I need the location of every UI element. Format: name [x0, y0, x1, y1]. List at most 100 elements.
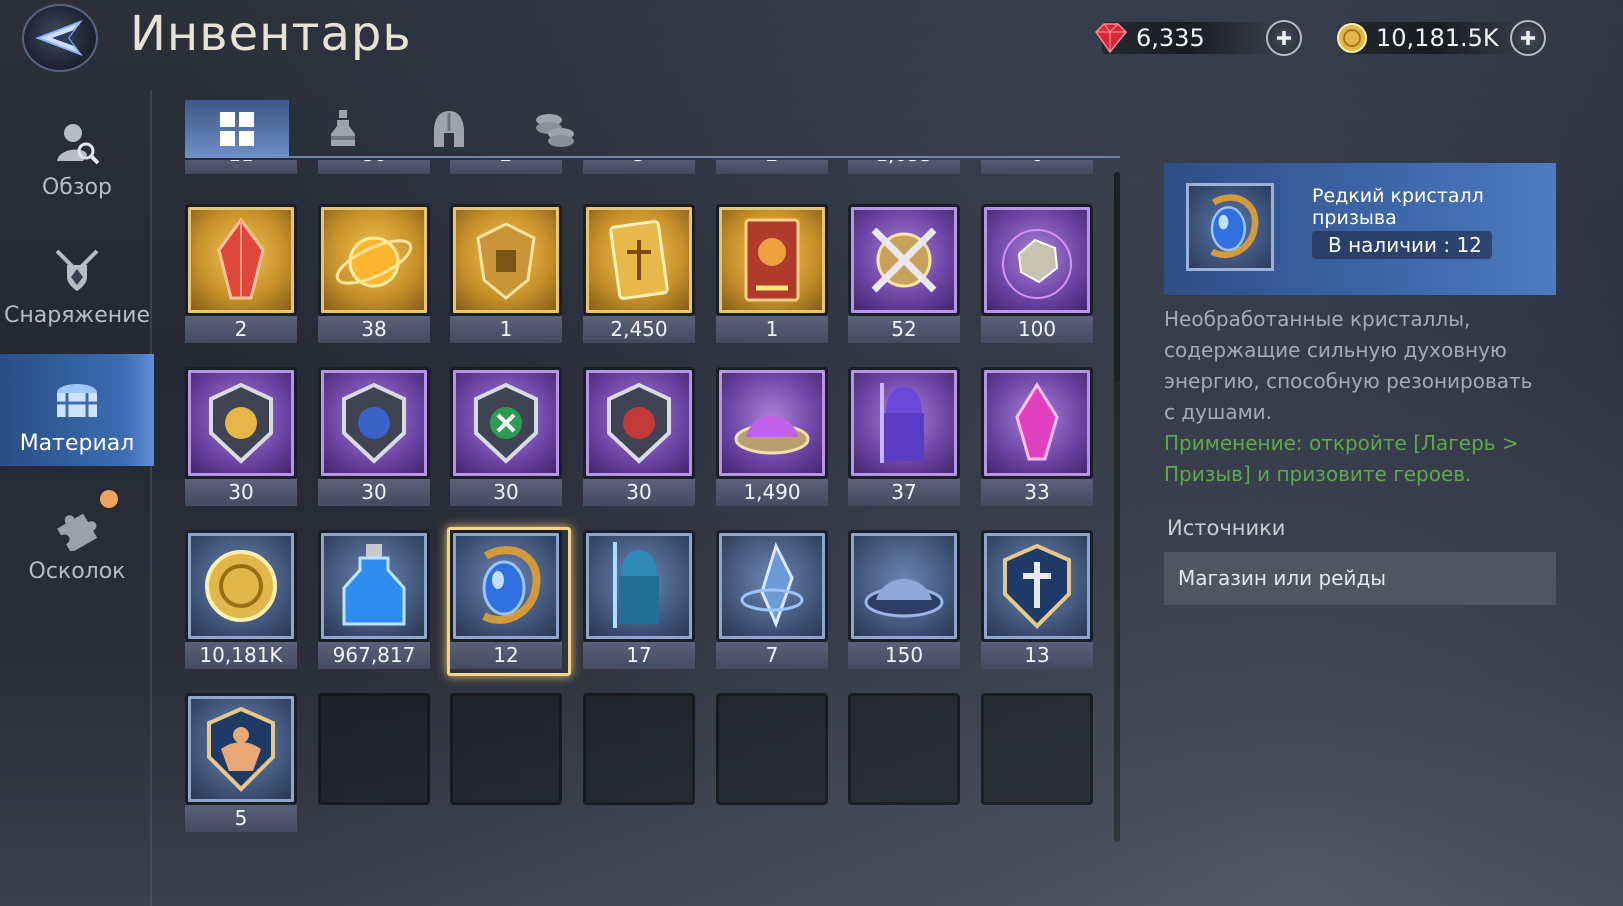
slot-count: 1,490 — [716, 479, 828, 506]
sidebar-item-overview[interactable]: Обзор — [0, 98, 154, 210]
grid-scrollbar[interactable] — [1114, 172, 1120, 842]
inventory-slot[interactable]: 12 — [447, 527, 571, 676]
inventory-slot[interactable]: 30 — [318, 367, 430, 506]
gold-coin-icon — [191, 536, 291, 636]
item-detail-header: Редкий кристалл призыва В наличии : 12 — [1164, 163, 1556, 295]
coin-stack-icon — [536, 114, 574, 147]
detail-stock: В наличии : 12 — [1312, 231, 1492, 259]
emblem-blue-icon — [324, 373, 424, 473]
ore-rune-icon — [987, 210, 1087, 310]
back-arrow-icon — [35, 19, 83, 57]
red-crystal-icon — [191, 210, 291, 310]
slot-frame — [318, 693, 430, 805]
slot-count: 10,181K — [185, 642, 297, 669]
inventory-grid: 11 80 2 3 2 1,035 6 2 38 1 2,450 1 52 100 30 30 30 30 1,49… — [180, 160, 1110, 840]
inventory-slot[interactable]: 100 — [981, 204, 1093, 343]
inventory-slot[interactable]: 13 — [981, 530, 1093, 669]
empty-slot — [450, 693, 562, 805]
inventory-slot[interactable]: 38 — [318, 204, 430, 343]
summon-crystal-icon — [456, 536, 556, 636]
inventory-slot[interactable]: 30 — [450, 367, 562, 506]
slot-count: 5 — [185, 805, 297, 832]
slot-count: 37 — [848, 479, 960, 506]
sidebar-item-equipment[interactable]: Снаряжение — [0, 226, 154, 338]
empty-slot — [848, 693, 960, 805]
slot-count: 30 — [318, 479, 430, 506]
emblem-red-icon — [589, 373, 689, 473]
tab-equipment[interactable] — [397, 100, 501, 158]
category-tabs — [185, 100, 1120, 158]
inventory-slot[interactable]: 37 — [848, 367, 960, 506]
gold-coin-icon — [1337, 23, 1367, 53]
inventory-slot[interactable]: 150 — [848, 530, 960, 669]
slot-frame — [716, 693, 828, 805]
inventory-slot[interactable]: 967,817 — [318, 530, 430, 669]
inventory-slot[interactable]: 10,181K — [185, 530, 297, 669]
equipment-icon — [55, 249, 99, 291]
gold-currency: 10,181.5K — [1336, 18, 1546, 58]
slot-frame — [450, 693, 562, 805]
inventory-slot[interactable]: 1 — [450, 204, 562, 343]
sidebar-item-label: Обзор — [41, 175, 112, 200]
slot-count: 7 — [716, 642, 828, 669]
back-button[interactable] — [22, 4, 98, 72]
inventory-slot[interactable]: 2,450 — [583, 204, 695, 343]
summon-crystal-icon — [1210, 194, 1259, 259]
inventory-slot[interactable]: 1,490 — [716, 367, 828, 506]
buy-gold-button[interactable] — [1510, 20, 1546, 56]
sidebar: Обзор Снаряжение Материал Осколок — [0, 90, 154, 906]
sidebar-item-label: Материал — [19, 431, 135, 456]
tab-currency[interactable] — [503, 100, 607, 158]
scrollbar-thumb[interactable] — [1114, 172, 1120, 382]
empty-slot — [981, 693, 1093, 805]
blue-shard-icon — [722, 536, 822, 636]
inventory-slot[interactable]: 30 — [583, 367, 695, 506]
sidebar-item-label: Осколок — [28, 559, 126, 584]
plus-icon — [1277, 31, 1291, 45]
purple-dust-icon — [722, 373, 822, 473]
helmet-icon — [434, 111, 464, 147]
inventory-slot[interactable]: 52 — [848, 204, 960, 343]
slot-count: 17 — [583, 642, 695, 669]
purple-knight-icon — [854, 373, 954, 473]
inventory-slot[interactable]: 33 — [981, 367, 1093, 506]
slot-count: 11 — [185, 160, 297, 174]
gem-amount: 6,335 — [1136, 24, 1205, 52]
tab-consumables[interactable] — [291, 100, 395, 158]
sidebar-item-material[interactable]: Материал — [0, 354, 154, 466]
sidebar-item-shard[interactable]: Осколок — [0, 482, 154, 594]
slot-count: 150 — [848, 642, 960, 669]
inventory-slot[interactable]: 1 — [716, 204, 828, 343]
slot-count: 30 — [185, 479, 297, 506]
shard-puzzle-icon — [57, 513, 98, 551]
winged-card-icon — [589, 210, 689, 310]
emblem-green-icon — [456, 373, 556, 473]
buy-gems-button[interactable] — [1266, 20, 1302, 56]
crest-shield-icon — [987, 536, 1087, 636]
slot-count: 30 — [450, 479, 562, 506]
slot-count: 33 — [981, 479, 1093, 506]
slot-count: 1 — [716, 316, 828, 343]
inventory-slot[interactable]: 5 — [185, 693, 297, 832]
blue-potion-icon — [324, 536, 424, 636]
detail-item-name: Редкий кристалл призыва — [1312, 185, 1484, 229]
gold-amount: 10,181.5K — [1376, 24, 1499, 52]
empty-slot — [583, 693, 695, 805]
slot-count: 2 — [185, 316, 297, 343]
crossed-swords-icon — [854, 210, 954, 310]
sources-entry[interactable]: Магазин или рейды — [1164, 552, 1556, 605]
slot-count: 2 — [450, 160, 562, 174]
slot-count: 6 — [981, 160, 1093, 174]
inventory-slot[interactable]: 17 — [583, 530, 695, 669]
slot-frame — [981, 693, 1093, 805]
inventory-slot[interactable]: 7 — [716, 530, 828, 669]
detail-usage: Применение: откройте [Лагерь > Призыв] и… — [1164, 431, 1519, 486]
inventory-slot[interactable]: 2 — [185, 204, 297, 343]
tab-all[interactable] — [185, 100, 289, 158]
plus-icon — [1521, 31, 1535, 45]
pink-crystal-icon — [987, 373, 1087, 473]
inventory-slot[interactable]: 30 — [185, 367, 297, 506]
slot-count: 80 — [318, 160, 430, 174]
slot-count: 30 — [583, 479, 695, 506]
sources-title: Источники — [1167, 516, 1286, 540]
